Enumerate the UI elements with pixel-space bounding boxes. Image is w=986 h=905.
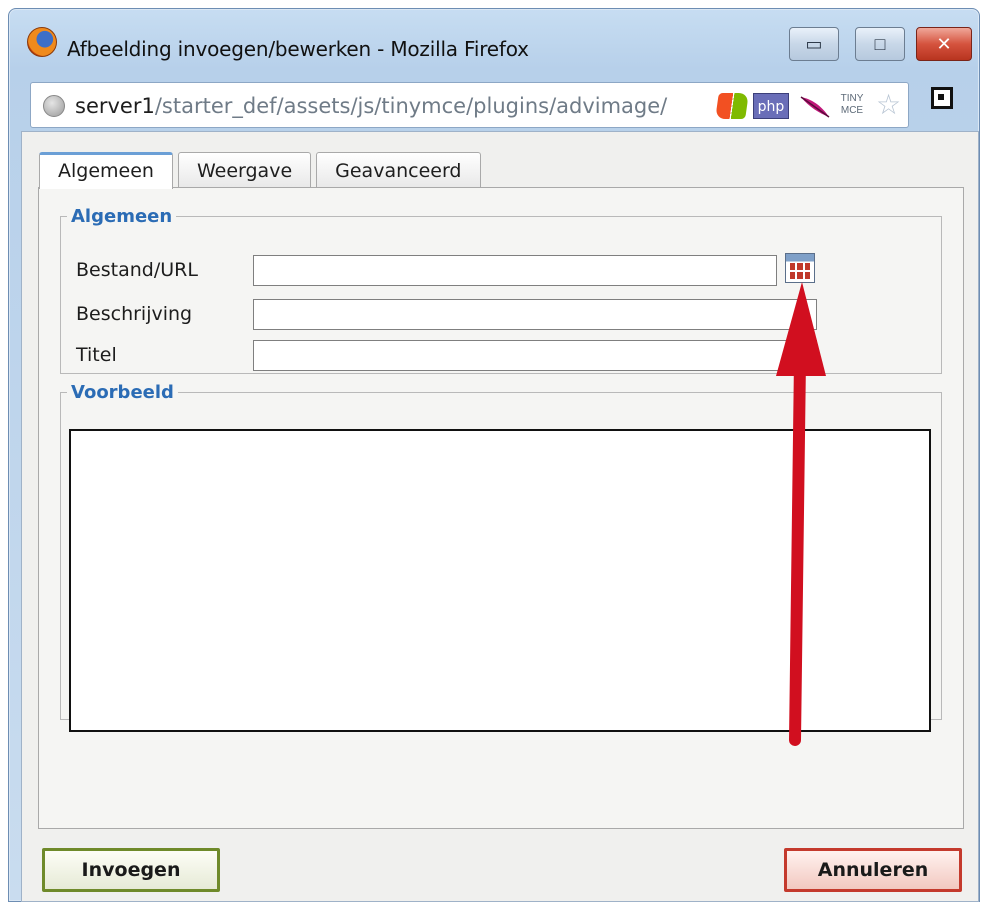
browser-window: Afbeelding invoegen/bewerken - Mozilla F… <box>8 8 980 902</box>
file-url-label: Bestand/URL <box>76 259 198 281</box>
tinymce-icon[interactable]: TINY MCE <box>836 93 868 119</box>
maximize-button[interactable]: □ <box>855 27 905 61</box>
minimize-button[interactable]: ▭ <box>789 27 839 61</box>
dialog-client-area: Algemeen Weergave Geavanceerd Algemeen B… <box>21 131 979 902</box>
title-label: Titel <box>76 344 117 366</box>
description-input[interactable] <box>253 299 817 330</box>
bookmark-star-icon[interactable]: ☆ <box>876 91 904 119</box>
globe-icon <box>43 95 65 117</box>
url-path: /starter_def/assets/js/tinymce/plugins/a… <box>154 94 668 118</box>
address-bar[interactable]: server1/starter_def/assets/js/tinymce/pl… <box>30 82 909 128</box>
tab-panel: Algemeen Bestand/URL Beschrijving Titel … <box>38 187 964 829</box>
tab-weergave[interactable]: Weergave <box>177 152 312 188</box>
url-host: server1 <box>75 94 155 118</box>
tab-bar: Algemeen Weergave Geavanceerd <box>39 152 481 189</box>
title-bar[interactable]: Afbeelding invoegen/bewerken - Mozilla F… <box>9 9 979 83</box>
php-icon[interactable]: php <box>753 93 789 119</box>
cancel-button[interactable]: Annuleren <box>784 848 962 892</box>
browse-icon[interactable] <box>785 253 815 283</box>
insert-button[interactable]: Invoegen <box>42 848 220 892</box>
general-fieldset: Algemeen Bestand/URL Beschrijving Titel <box>60 206 942 374</box>
firefox-icon <box>27 27 57 57</box>
tab-geavanceerd[interactable]: Geavanceerd <box>316 152 481 188</box>
url-text: server1/starter_def/assets/js/tinymce/pl… <box>75 94 667 118</box>
preview-fieldset: Voorbeeld <box>60 382 942 732</box>
close-button[interactable]: ✕ <box>916 27 972 61</box>
tab-algemeen[interactable]: Algemeen <box>39 152 173 189</box>
description-label: Beschrijving <box>76 303 193 325</box>
feather-icon[interactable] <box>799 93 831 119</box>
qr-code-icon[interactable] <box>931 87 953 109</box>
preview-area <box>69 429 931 732</box>
general-legend: Algemeen <box>71 206 173 227</box>
window-title: Afbeelding invoegen/bewerken - Mozilla F… <box>67 37 529 61</box>
file-url-input[interactable] <box>253 255 777 286</box>
title-input[interactable] <box>253 340 817 371</box>
preview-legend: Voorbeeld <box>71 382 174 403</box>
windows-icon[interactable] <box>715 93 749 119</box>
